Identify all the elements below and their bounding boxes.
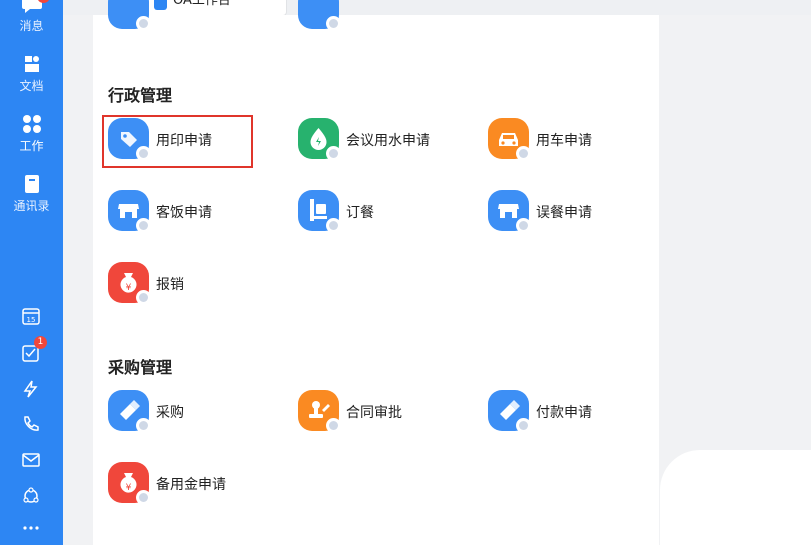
app-meeting-water-request[interactable]: 会议用水申请 [298, 118, 478, 162]
app-tile-partial-1[interactable] [108, 0, 288, 32]
phone-icon[interactable] [21, 414, 41, 434]
water-drop-icon [298, 118, 341, 161]
app-label: 备用金申请 [156, 477, 226, 493]
more-icon[interactable] [21, 518, 41, 538]
money-bag-icon: ¥ [108, 462, 151, 505]
lightning-icon[interactable] [21, 379, 41, 399]
calendar-day: 15 [27, 316, 36, 324]
app-label: 付款申请 [536, 405, 592, 421]
task-badge: 1 [34, 336, 47, 349]
app-label: 会议用水申请 [346, 133, 430, 149]
chat-icon [21, 0, 42, 13]
calendar-icon[interactable]: 15 [21, 306, 41, 326]
mail-icon[interactable] [21, 450, 41, 470]
app-petty-cash-request[interactable]: ¥ 备用金申请 [108, 462, 288, 506]
shop-icon [488, 190, 531, 233]
svg-text:¥: ¥ [126, 283, 132, 293]
app-guest-meal-request[interactable]: 客饭申请 [108, 190, 288, 234]
shop-icon [108, 190, 151, 233]
partial-app-icon [108, 0, 151, 31]
selection-highlight-box [102, 115, 253, 168]
app-procurement[interactable]: 采购 [108, 390, 288, 434]
nav-label-messages: 消息 [19, 19, 44, 33]
app-label: 订餐 [346, 205, 374, 221]
app-label: 合同审批 [346, 405, 402, 421]
network-icon[interactable] [21, 486, 41, 506]
contacts-book-icon [24, 175, 39, 193]
nav-item-messages[interactable]: 消息 [0, 0, 63, 34]
app-label: 采购 [156, 405, 184, 421]
app-label: 误餐申请 [536, 205, 592, 221]
app-label: 客饭申请 [156, 205, 212, 221]
app-car-request[interactable]: 用车申请 [488, 118, 668, 162]
section-title-admin: 行政管理 [108, 86, 173, 105]
right-overlay [660, 450, 811, 545]
app-payment-request[interactable]: 付款申请 [488, 390, 668, 434]
nav-label-contacts: 通讯录 [13, 199, 50, 213]
left-nav: 消息 文档 工作 通讯录 15 1 [0, 0, 63, 545]
document-icon [24, 56, 39, 72]
section-title-procurement: 采购管理 [108, 358, 173, 377]
car-icon [488, 118, 531, 161]
nav-item-contacts[interactable]: 通讯录 [0, 174, 63, 214]
contract-stamp-icon [298, 390, 341, 433]
partial-app-icon [298, 0, 341, 31]
app-label: 用车申请 [536, 133, 592, 149]
nav-item-work[interactable]: 工作 [0, 114, 63, 154]
app-contract-approval[interactable]: 合同审批 [298, 390, 478, 434]
app-reimbursement[interactable]: ¥ 报销 [108, 262, 288, 306]
nav-item-docs[interactable]: 文档 [0, 54, 63, 94]
nav-label-work: 工作 [19, 139, 44, 153]
apps-grid-icon [22, 115, 41, 133]
app-meal-order[interactable]: 订餐 [298, 190, 478, 234]
brush-icon [488, 390, 531, 433]
brush-icon [108, 390, 151, 433]
app-label: 报销 [156, 277, 184, 293]
app-missed-meal-request[interactable]: 误餐申请 [488, 190, 668, 234]
app-tile-partial-2[interactable] [298, 0, 478, 32]
money-bag-icon: ¥ [108, 262, 151, 305]
nav-label-docs: 文档 [19, 79, 44, 93]
food-tray-icon [298, 190, 341, 233]
svg-text:¥: ¥ [126, 483, 132, 493]
